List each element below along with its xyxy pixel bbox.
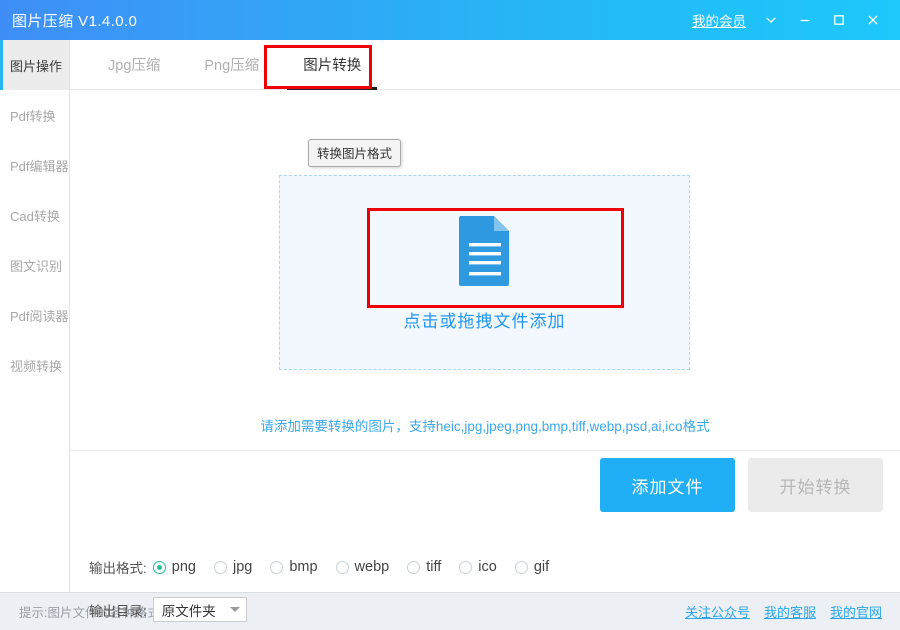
supported-formats-hint: 请添加需要转换的图片，支持heic,jpg,jpeg,png,bmp,tiff,… [70,415,900,435]
dropzone-label: 点击或拖拽文件添加 [404,307,566,332]
radio-format-jpg[interactable]: jpg [214,559,252,575]
radio-label: gif [534,559,549,575]
app-window: 图片压缩 V1.4.0.0 我的会员 图片操作 Pdf转换 [0,0,900,630]
sidebar-item-label: Pdf转换 [10,106,56,125]
minimize-icon[interactable] [788,5,822,35]
tab-png-compress[interactable]: Png压缩 [182,40,281,90]
content-area: 点击或拖拽文件添加 请添加需要转换的图片，支持heic,jpg,jpeg,png… [70,90,900,592]
radio-dot-icon [270,561,283,574]
radio-dot-icon [459,561,472,574]
main-panel: Jpg压缩 Png压缩 图片转换 [70,40,900,592]
sidebar-item-cad-convert[interactable]: Cad转换 [0,190,69,240]
tab-bar: Jpg压缩 Png压缩 图片转换 [70,40,900,90]
radio-label: webp [355,559,390,575]
maximize-icon[interactable] [822,5,856,35]
start-convert-button[interactable]: 开始转换 [748,458,883,512]
radio-format-webp[interactable]: webp [336,559,390,575]
radio-format-gif[interactable]: gif [515,559,549,575]
sidebar-item-pdf-editor[interactable]: Pdf编辑器 [0,140,69,190]
sidebar-item-label: 图片操作 [10,56,62,75]
radio-dot-icon [214,561,227,574]
tab-jpg-compress[interactable]: Jpg压缩 [86,40,182,90]
radio-format-tiff[interactable]: tiff [407,559,441,575]
sidebar-item-pdf-convert[interactable]: Pdf转换 [0,90,69,140]
sidebar-item-ocr[interactable]: 图文识别 [0,240,69,290]
radio-format-bmp[interactable]: bmp [270,559,317,575]
radio-dot-icon [336,561,349,574]
my-membership-link[interactable]: 我的会员 [692,10,746,30]
sidebar-item-pdf-reader[interactable]: Pdf阅读器 [0,290,69,340]
sidebar-item-video-convert[interactable]: 视频转换 [0,340,69,390]
sidebar-item-label: Cad转换 [10,206,60,225]
sidebar-item-label: 视频转换 [10,356,62,375]
chevron-down-icon [230,607,240,612]
sidebar-item-label: Pdf阅读器 [10,306,69,325]
official-website-link[interactable]: 我的官网 [830,602,882,621]
title-bar: 图片压缩 V1.4.0.0 我的会员 [0,0,900,40]
radio-dot-icon [153,561,166,574]
title-bar-controls: 我的会员 [692,5,890,35]
radio-dot-icon [407,561,420,574]
radio-label: bmp [289,559,317,575]
output-directory-label: 输出目录: [89,600,147,620]
chevron-down-icon[interactable] [754,5,788,35]
section-divider [70,450,900,451]
radio-label: jpg [233,559,252,575]
tab-label: Jpg压缩 [108,54,160,75]
output-directory-value: 原文件夹 [162,600,216,620]
tab-label: 图片转换 [303,54,361,75]
output-format-label: 输出格式: [89,557,147,577]
tab-label: Png压缩 [204,54,259,75]
app-title: 图片压缩 V1.4.0.0 [12,10,137,31]
radio-format-ico[interactable]: ico [459,559,497,575]
sidebar-item-image-ops[interactable]: 图片操作 [0,40,69,90]
output-directory-row: 输出目录: 原文件夹 [89,597,247,622]
radio-label: tiff [426,559,441,575]
output-directory-select[interactable]: 原文件夹 [153,597,247,622]
radio-label: ico [478,559,497,575]
sidebar-item-label: 图文识别 [10,256,62,275]
close-icon[interactable] [856,5,890,35]
follow-official-account-link[interactable]: 关注公众号 [685,602,750,621]
status-bar-links: 关注公众号 我的客服 我的官网 [685,602,882,621]
sidebar-item-label: Pdf编辑器 [10,156,69,175]
document-file-icon [457,214,513,291]
sidebar: 图片操作 Pdf转换 Pdf编辑器 Cad转换 图文识别 Pdf阅读器 视频转换 [0,40,70,592]
tab-image-convert[interactable]: 图片转换 [281,40,383,90]
radio-format-png[interactable]: png [153,559,196,575]
window-body: 图片操作 Pdf转换 Pdf编辑器 Cad转换 图文识别 Pdf阅读器 视频转换 [0,40,900,592]
output-format-row: 输出格式: png jpg bmp webp [89,557,567,577]
customer-service-link[interactable]: 我的客服 [764,602,816,621]
file-dropzone[interactable]: 点击或拖拽文件添加 [279,175,690,370]
radio-dot-icon [515,561,528,574]
radio-label: png [172,559,196,575]
action-buttons: 添加文件 开始转换 [600,458,883,512]
add-file-button[interactable]: 添加文件 [600,458,735,512]
tab-tooltip: 转换图片格式 [308,139,401,167]
